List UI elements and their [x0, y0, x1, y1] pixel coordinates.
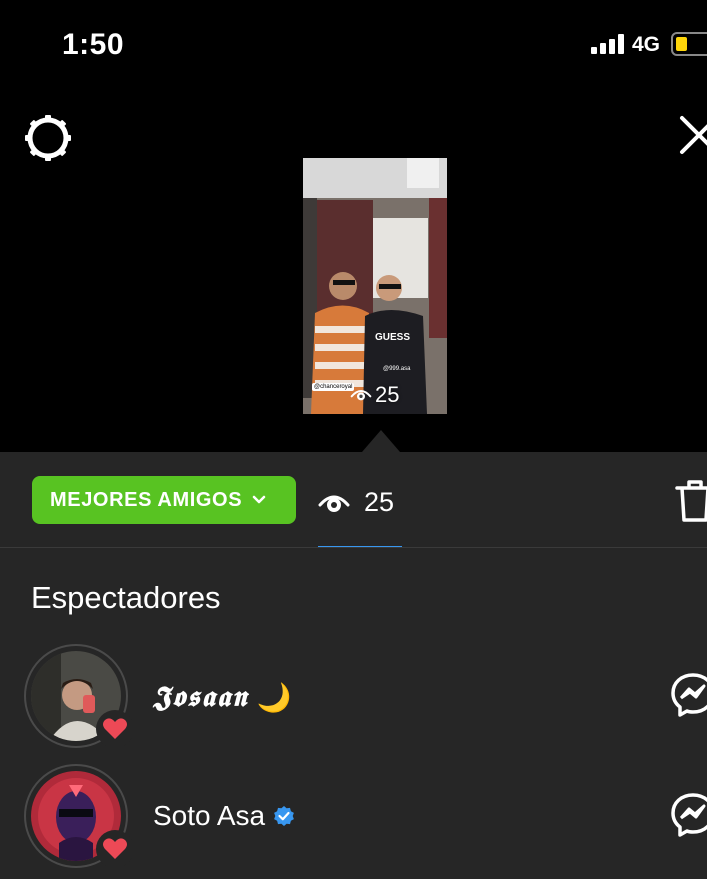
signal-icon [591, 34, 624, 54]
viewer-row[interactable]: 𝕵𝖔𝖘𝖆𝖆𝖓 🌙 [0, 642, 707, 752]
story-mention-tag: @999.asa [383, 366, 411, 372]
close-icon[interactable] [676, 112, 707, 156]
viewer-username: Soto Asa [153, 800, 266, 831]
battery-level [676, 37, 687, 51]
status-bar: 1:50 4G [0, 0, 707, 90]
messenger-icon[interactable] [670, 672, 707, 718]
viewer-row[interactable]: Soto Asa [0, 762, 707, 872]
viewer-emoji: 🌙 [256, 681, 292, 713]
viewers-title: Espectadores [31, 580, 221, 615]
story-thumbnail[interactable]: GUESS @chanceroyal @999.asa 25 [303, 158, 447, 414]
trash-icon[interactable] [675, 478, 707, 524]
story-mention-tag: @chanceroyal [312, 383, 355, 391]
tab-views[interactable]: 25 [318, 480, 404, 524]
viewers-panel: MEJORES AMIGOS 25 Espectadores 𝕵𝖔𝖘𝖆𝖆𝖓 🌙 … [0, 452, 707, 879]
divider [0, 547, 707, 548]
viewer-name[interactable]: 𝕵𝖔𝖘𝖆𝖆𝖓 🌙 [153, 680, 291, 714]
messenger-icon[interactable] [670, 792, 707, 838]
heart-icon [103, 718, 127, 739]
close-friend-badge [96, 830, 134, 868]
views-count: 25 [364, 486, 395, 517]
battery-icon [671, 32, 707, 56]
status-time: 1:50 [62, 28, 125, 61]
story-view-count-number: 25 [375, 382, 400, 407]
chevron-down-icon [252, 495, 266, 504]
gear-icon[interactable] [22, 112, 74, 164]
network-type: 4G [632, 33, 661, 56]
eye-icon [350, 390, 372, 401]
story-photo: GUESS [303, 158, 447, 414]
audience-label: MEJORES AMIGOS [50, 488, 243, 511]
viewer-name[interactable]: Soto Asa [153, 800, 295, 832]
thumbnail-pointer [362, 430, 400, 452]
svg-text:GUESS: GUESS [375, 332, 410, 343]
close-friend-badge [96, 710, 134, 748]
eye-icon [318, 495, 350, 512]
verified-badge-icon [274, 806, 294, 826]
heart-icon [103, 838, 127, 859]
story-view-count: 25 [350, 382, 399, 408]
audience-dropdown-button[interactable]: MEJORES AMIGOS [32, 476, 296, 524]
viewer-username: 𝕵𝖔𝖘𝖆𝖆𝖓 [153, 680, 249, 713]
